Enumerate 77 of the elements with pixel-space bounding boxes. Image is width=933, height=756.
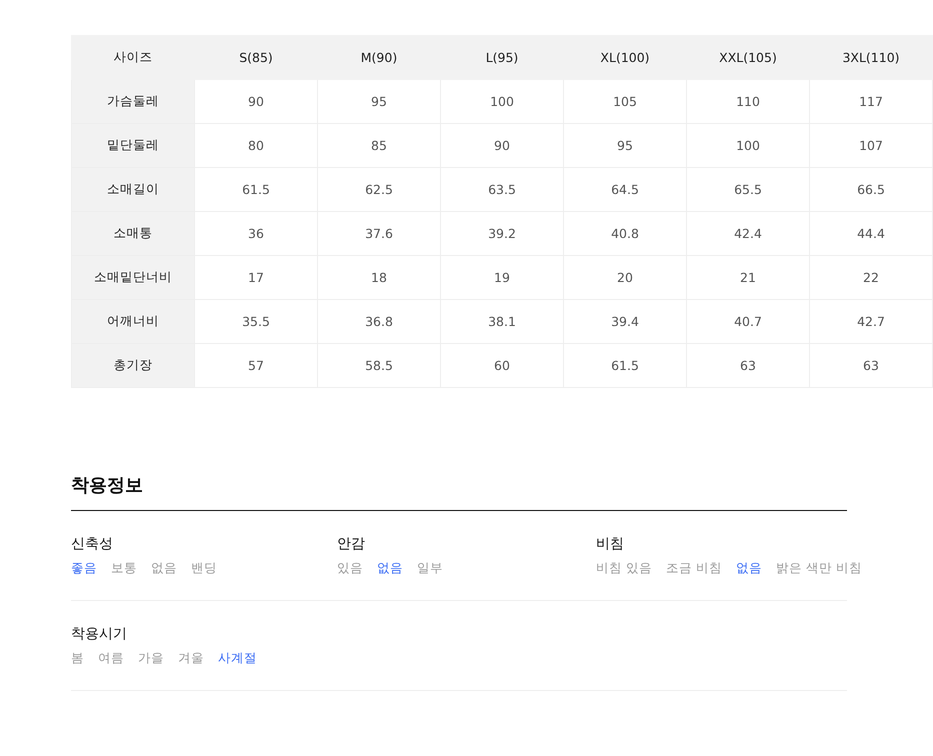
table-cell: 57 bbox=[194, 344, 318, 388]
table-cell: 90 bbox=[440, 124, 564, 168]
table-cell: 80 bbox=[194, 124, 318, 168]
table-cell: 20 bbox=[564, 256, 686, 300]
column-header: S(85) bbox=[194, 36, 318, 80]
attribute-label: 안감 bbox=[337, 535, 366, 553]
table-cell: 38.1 bbox=[440, 300, 564, 344]
table-cell: 66.5 bbox=[810, 168, 932, 212]
row-header: 소매길이 bbox=[72, 168, 194, 212]
column-header: 3XL(110) bbox=[810, 36, 932, 80]
attribute-option: 조금 비침 bbox=[666, 560, 722, 577]
table-cell: 39.4 bbox=[564, 300, 686, 344]
table-cell: 42.4 bbox=[686, 212, 810, 256]
row-header: 가슴둘레 bbox=[72, 80, 194, 124]
table-cell: 21 bbox=[686, 256, 810, 300]
column-header: L(95) bbox=[440, 36, 564, 80]
attribute-label: 착용시기 bbox=[71, 625, 128, 643]
table-cell: 37.6 bbox=[318, 212, 440, 256]
table-cell: 117 bbox=[810, 80, 932, 124]
column-header: M(90) bbox=[318, 36, 440, 80]
column-header: XL(100) bbox=[564, 36, 686, 80]
attribute-label: 비침 bbox=[596, 535, 625, 553]
column-header: XXL(105) bbox=[686, 36, 810, 80]
table-cell: 62.5 bbox=[318, 168, 440, 212]
attribute-option: 보통 bbox=[111, 560, 137, 577]
table-cell: 19 bbox=[440, 256, 564, 300]
table-cell: 85 bbox=[318, 124, 440, 168]
table-cell: 63 bbox=[686, 344, 810, 388]
table-cell: 40.7 bbox=[686, 300, 810, 344]
table-cell: 42.7 bbox=[810, 300, 932, 344]
table-cell: 35.5 bbox=[194, 300, 318, 344]
row-header: 어깨너비 bbox=[72, 300, 194, 344]
table-cell: 39.2 bbox=[440, 212, 564, 256]
attribute-option: 없음 bbox=[736, 560, 762, 577]
table-cell: 65.5 bbox=[686, 168, 810, 212]
row-header: 밑단둘레 bbox=[72, 124, 194, 168]
table-cell: 64.5 bbox=[564, 168, 686, 212]
table-cell: 63 bbox=[810, 344, 932, 388]
table-cell: 90 bbox=[194, 80, 318, 124]
attribute-option: 없음 bbox=[377, 560, 403, 577]
table-cell: 17 bbox=[194, 256, 318, 300]
table-cell: 60 bbox=[440, 344, 564, 388]
attribute-option: 없음 bbox=[151, 560, 177, 577]
attribute-option: 겨울 bbox=[178, 650, 204, 667]
table-cell: 40.8 bbox=[564, 212, 686, 256]
table-cell: 36.8 bbox=[318, 300, 440, 344]
table-cell: 22 bbox=[810, 256, 932, 300]
table-cell: 100 bbox=[440, 80, 564, 124]
table-cell: 95 bbox=[564, 124, 686, 168]
table-cell: 107 bbox=[810, 124, 932, 168]
attribute-label: 신축성 bbox=[71, 535, 114, 553]
table-cell: 61.5 bbox=[564, 344, 686, 388]
row-header: 소매통 bbox=[72, 212, 194, 256]
attribute-option: 사계절 bbox=[218, 650, 257, 667]
attribute-option: 비침 있음 bbox=[596, 560, 652, 577]
table-cell: 110 bbox=[686, 80, 810, 124]
table-cell: 44.4 bbox=[810, 212, 932, 256]
section-title: 착용정보 bbox=[71, 473, 847, 511]
attribute-option: 있음 bbox=[337, 560, 363, 577]
attribute-option: 일부 bbox=[417, 560, 443, 577]
column-header: 사이즈 bbox=[72, 36, 194, 80]
table-cell: 100 bbox=[686, 124, 810, 168]
row-header: 소매밑단너비 bbox=[72, 256, 194, 300]
table-cell: 36 bbox=[194, 212, 318, 256]
attribute-option: 봄 bbox=[71, 650, 84, 667]
attribute-option: 가을 bbox=[138, 650, 164, 667]
attribute-option: 좋음 bbox=[71, 560, 97, 577]
attribute-option: 밝은 색만 비침 bbox=[776, 560, 862, 577]
attribute-option: 여름 bbox=[98, 650, 124, 667]
table-cell: 18 bbox=[318, 256, 440, 300]
table-cell: 63.5 bbox=[440, 168, 564, 212]
table-cell: 105 bbox=[564, 80, 686, 124]
row-header: 총기장 bbox=[72, 344, 194, 388]
table-cell: 61.5 bbox=[194, 168, 318, 212]
table-cell: 58.5 bbox=[318, 344, 440, 388]
table-cell: 95 bbox=[318, 80, 440, 124]
attribute-option: 밴딩 bbox=[191, 560, 217, 577]
